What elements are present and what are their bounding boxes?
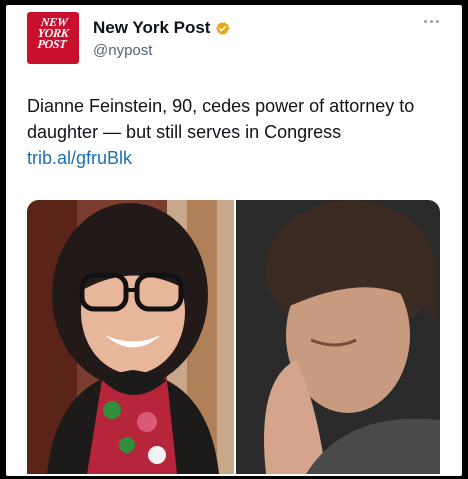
avatar[interactable]: NEW YORK POST [27, 12, 79, 64]
tweet-card[interactable]: NEW YORK POST New York Post @nypost Dian… [6, 5, 462, 476]
photo-left-smiling-woman[interactable] [27, 200, 234, 474]
tweet-body: Dianne Feinstein, 90, cedes power of att… [27, 96, 415, 142]
tweet-link[interactable]: trib.al/gfruBlk [27, 145, 447, 171]
more-options-icon[interactable] [424, 20, 439, 23]
tweet-text: Dianne Feinstein, 90, cedes power of att… [27, 93, 447, 171]
author-handle[interactable]: @nypost [93, 42, 152, 59]
verified-badge-icon [216, 21, 231, 35]
author-row: New York Post [93, 17, 231, 39]
photo-right-pensive-woman[interactable] [236, 200, 440, 474]
tweet-media[interactable] [27, 200, 440, 474]
avatar-logo-text: NEW YORK POST [36, 15, 70, 51]
author-name[interactable]: New York Post [93, 18, 210, 38]
